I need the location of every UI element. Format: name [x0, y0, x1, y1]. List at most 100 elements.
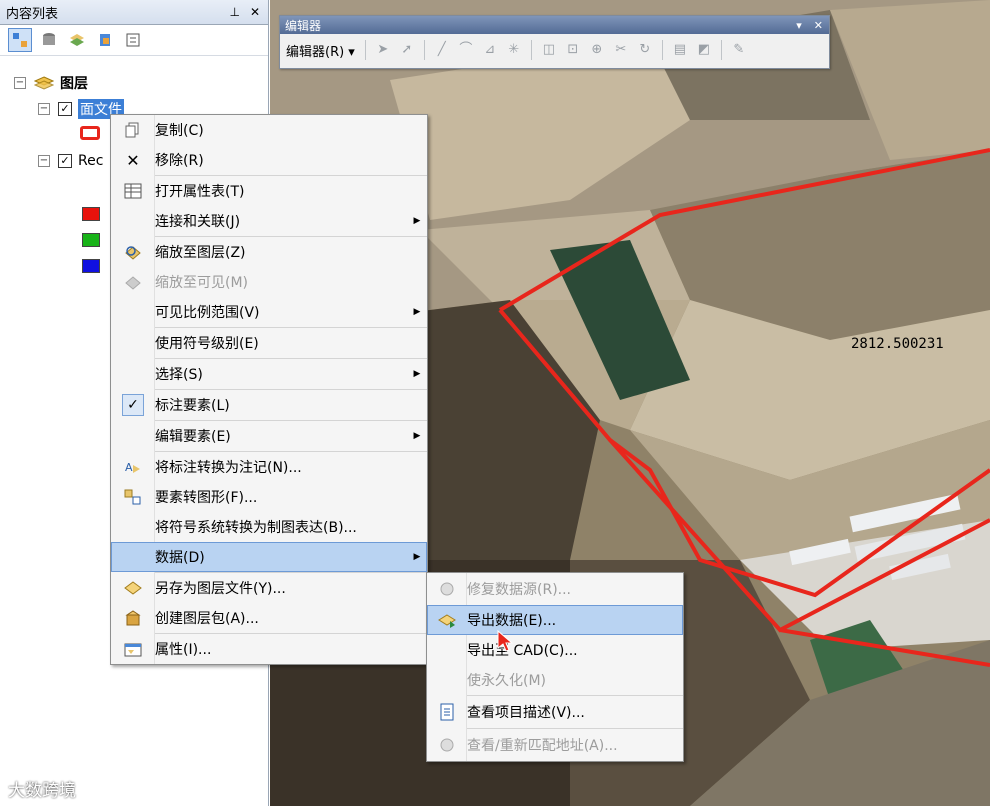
legend-swatch-red [82, 207, 100, 221]
watermark: 大数跨境 [8, 781, 76, 801]
layer-visibility-checkbox[interactable]: ✓ [58, 154, 72, 168]
layer-package-icon [111, 610, 155, 626]
separator [423, 40, 425, 60]
reshape-icon[interactable]: ⊡ [566, 43, 580, 57]
description-icon [427, 703, 467, 721]
collapse-icon[interactable]: − [14, 77, 26, 89]
remove-icon: ✕ [126, 150, 140, 170]
menu-item-export-data[interactable]: 导出数据(E)... [427, 605, 683, 635]
menu-item-properties[interactable]: 属性(I)... [111, 634, 427, 664]
layer-symbol-swatch[interactable] [80, 126, 100, 140]
export-data-icon [427, 612, 467, 628]
tree-root-label: 图层 [60, 76, 88, 92]
menu-item-export-to-cad[interactable]: 导出至 CAD(C)... [427, 635, 683, 665]
rematch-addresses-icon [427, 737, 467, 753]
pin-icon[interactable]: ⊥ [229, 5, 239, 19]
separator [720, 40, 722, 60]
checkmark-icon: ✓ [122, 394, 144, 416]
submenu-arrow-icon: ▶ [413, 431, 421, 441]
toc-title-bar: 内容列表 ⊥ ✕ [0, 0, 268, 25]
edit-vertices-icon[interactable]: ◫ [542, 43, 556, 57]
menu-item-remove[interactable]: ✕ 移除(R) [111, 145, 427, 175]
list-by-selection-icon[interactable] [94, 29, 116, 51]
close-icon[interactable]: ✕ [250, 5, 260, 19]
menu-item-label-features[interactable]: ✓ 标注要素(L) [111, 390, 427, 420]
convert-labels-icon: A [111, 459, 155, 475]
menu-item-features-to-graphics[interactable]: 要素转图形(F)... [111, 482, 427, 512]
edit-annotation-icon[interactable]: ➚ [400, 43, 414, 57]
svg-text:A: A [125, 461, 133, 474]
legend-swatch-blue [82, 259, 100, 273]
editor-title: 编辑器 [285, 18, 322, 33]
menu-item-convert-symbology[interactable]: 将符号系统转换为制图表达(B)... [111, 512, 427, 542]
separator [530, 40, 532, 60]
list-by-drawing-order-icon[interactable] [8, 28, 32, 52]
menu-item-visible-scale-range[interactable]: 可见比例范围(V) ▶ [111, 297, 427, 327]
menu-item-selection[interactable]: 选择(S) ▶ [111, 359, 427, 389]
create-features-icon[interactable]: ✎ [732, 43, 746, 57]
tree-layer-row-2[interactable]: − ✓ Rec [38, 151, 103, 171]
submenu-arrow-icon: ▶ [413, 216, 421, 226]
menu-item-data[interactable]: 数据(D) ▶ [111, 542, 427, 572]
menu-item-zoom-to-layer[interactable]: 缩放至图层(Z) [111, 237, 427, 267]
end-point-arc-icon[interactable]: ⌒ [459, 43, 473, 57]
table-icon [111, 183, 155, 199]
edit-tool-icon[interactable]: ➤ [376, 43, 390, 57]
toc-toolbar [0, 25, 268, 56]
layer-file-icon [111, 580, 155, 596]
measurement-label: 2812.500231 [851, 336, 944, 352]
layers-icon [34, 76, 54, 90]
attributes-icon[interactable]: ▤ [673, 43, 687, 57]
submenu-arrow-icon: ▶ [413, 552, 421, 562]
dropdown-icon[interactable]: ▾ [796, 19, 802, 32]
mouse-cursor-icon [497, 630, 514, 652]
menu-item-view-item-description[interactable]: 查看项目描述(V)... [427, 696, 683, 728]
submenu-arrow-icon: ▶ [413, 307, 421, 317]
menu-item-use-symbol-levels[interactable]: 使用符号级别(E) [111, 328, 427, 358]
menu-item-save-layer-file[interactable]: 另存为图层文件(Y)... [111, 573, 427, 603]
list-by-visibility-icon[interactable] [66, 29, 88, 51]
editor-tools-row: 编辑器(R) ▾ ➤ ➚ ╱ ⌒ ⊿ ✳ ◫ ⊡ ⊕ ✂ ↻ ▤ ◩ ✎ [280, 34, 829, 66]
toc-title: 内容列表 [6, 6, 59, 22]
separator [661, 40, 663, 60]
repair-source-icon [427, 581, 467, 597]
sketch-properties-icon[interactable]: ◩ [697, 43, 711, 57]
editor-toolbar: 编辑器 ▾ ✕ 编辑器(R) ▾ ➤ ➚ ╱ ⌒ ⊿ ✳ ◫ ⊡ ⊕ ✂ ↻ ▤… [279, 15, 830, 69]
menu-item-convert-labels[interactable]: A 将标注转换为注记(N)... [111, 452, 427, 482]
menu-item-zoom-to-visible[interactable]: 缩放至可见(M) [111, 267, 427, 297]
layer-context-menu: 复制(C) ✕ 移除(R) 打开属性表(T) 连接和关联(J) ▶ 缩放至图层(Z… [110, 114, 428, 665]
submenu-arrow-icon: ▶ [413, 369, 421, 379]
straight-segment-icon[interactable]: ╱ [435, 43, 449, 57]
editor-title-bar[interactable]: 编辑器 ▾ ✕ [280, 16, 829, 34]
menu-item-make-permanent[interactable]: 使永久化(M) [427, 665, 683, 695]
layer-name[interactable]: Rec [78, 153, 103, 169]
collapse-icon[interactable]: − [38, 103, 50, 115]
legend-swatch-green [82, 233, 100, 247]
menu-item-repair-data-source[interactable]: 修复数据源(R)... [427, 573, 683, 605]
menu-item-edit-features[interactable]: 编辑要素(E) ▶ [111, 421, 427, 451]
split-icon[interactable]: ✂ [614, 43, 628, 57]
list-by-source-icon[interactable] [38, 29, 60, 51]
zoom-layer-icon [111, 244, 155, 260]
trace-icon[interactable]: ⊿ [483, 43, 497, 57]
properties-icon [111, 641, 155, 657]
tree-root-layers[interactable]: − 图层 [14, 73, 88, 93]
copy-icon [111, 122, 155, 138]
menu-item-review-rematch-addresses[interactable]: 查看/重新匹配地址(A)... [427, 729, 683, 761]
menu-item-joins-relates[interactable]: 连接和关联(J) ▶ [111, 206, 427, 236]
menu-item-create-layer-package[interactable]: 创建图层包(A)... [111, 603, 427, 633]
layer-visibility-checkbox[interactable]: ✓ [58, 102, 72, 116]
zoom-visible-icon [111, 274, 155, 290]
menu-item-open-attribute-table[interactable]: 打开属性表(T) [111, 176, 427, 206]
point-icon[interactable]: ✳ [507, 43, 521, 57]
data-submenu: 修复数据源(R)... 导出数据(E)... 导出至 CAD(C)... 使永久… [426, 572, 684, 762]
menu-item-copy[interactable]: 复制(C) [111, 115, 427, 145]
features-graphics-icon [111, 489, 155, 505]
rotate-icon[interactable]: ↻ [638, 43, 652, 57]
editor-menu-button[interactable]: 编辑器(R) ▾ [286, 41, 355, 60]
cut-polygons-icon[interactable]: ⊕ [590, 43, 604, 57]
options-icon[interactable] [122, 29, 144, 51]
close-icon[interactable]: ✕ [814, 19, 823, 32]
collapse-icon[interactable]: − [38, 155, 50, 167]
separator [364, 40, 366, 60]
